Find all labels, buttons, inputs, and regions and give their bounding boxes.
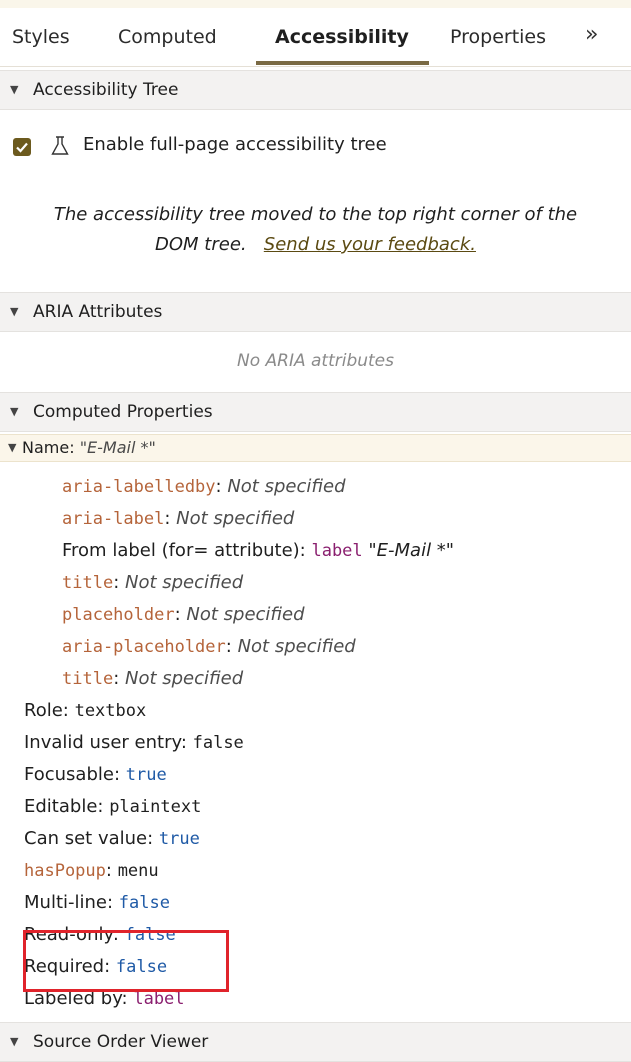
name-source-aria-placeholder: aria-placeholder: Not specified	[62, 636, 356, 657]
section-aria-attributes[interactable]: ▼ ARIA Attributes	[0, 292, 631, 332]
property-role: Role: textbox	[24, 700, 147, 721]
tab-styles[interactable]: Styles	[12, 8, 70, 66]
section-source-order-viewer[interactable]: ▼ Source Order Viewer	[0, 1022, 631, 1062]
tree-moved-note-line2: DOM tree. Send us your feedback.	[0, 230, 631, 260]
top-border	[0, 0, 631, 8]
more-tabs-chevron-icon[interactable]: »	[585, 8, 598, 62]
property-editable: Editable: plaintext	[24, 796, 202, 817]
section-title: Source Order Viewer	[33, 1032, 209, 1052]
name-source-aria-labelledby: aria-labelledby: Not specified	[62, 476, 346, 497]
section-accessibility-tree[interactable]: ▼ Accessibility Tree	[0, 70, 631, 110]
highlight-annotation-box	[23, 930, 229, 992]
enable-full-page-tree-checkbox[interactable]	[13, 138, 31, 156]
tree-moved-note: The accessibility tree moved to the top …	[0, 200, 631, 260]
name-source-aria-label: aria-label: Not specified	[62, 508, 295, 529]
section-title: ARIA Attributes	[33, 302, 163, 322]
name-source-placeholder: placeholder: Not specified	[62, 604, 305, 625]
triangle-down-icon: ▼	[10, 405, 19, 418]
property-can-set-value: Can set value: true	[24, 828, 200, 849]
property-has-popup: hasPopup: menu	[24, 860, 159, 881]
triangle-down-icon: ▼	[10, 1035, 19, 1048]
name-source-title: title: Not specified	[62, 668, 244, 689]
property-focusable: Focusable: true	[24, 764, 167, 785]
send-feedback-link[interactable]: Send us your feedback.	[264, 234, 476, 255]
name-source-from-label: From label (for= attribute): label "E-Ma…	[62, 540, 455, 561]
no-aria-attributes-text: No ARIA attributes	[236, 351, 395, 371]
active-tab-indicator	[256, 61, 429, 65]
name-source-title: title: Not specified	[62, 572, 244, 593]
tab-accessibility[interactable]: Accessibility	[275, 8, 409, 66]
name-property: Name: "E-Mail *"	[22, 438, 156, 457]
triangle-down-icon: ▼	[10, 83, 19, 96]
section-computed-properties[interactable]: ▼ Computed Properties	[0, 392, 631, 432]
triangle-down-icon: ▼	[10, 305, 19, 318]
experiment-flask-icon	[51, 136, 69, 155]
section-title: Accessibility Tree	[33, 80, 179, 100]
section-title: Computed Properties	[33, 402, 213, 422]
property-multi-line: Multi-line: false	[24, 892, 170, 913]
tree-moved-note-line1: The accessibility tree moved to the top …	[53, 204, 578, 225]
tab-properties[interactable]: Properties	[450, 8, 546, 66]
enable-full-page-tree-label: Enable full-page accessibility tree	[83, 134, 387, 155]
property-invalid-user-entry: Invalid user entry: false	[24, 732, 244, 753]
name-property-row[interactable]: ▼ Name: "E-Mail *"	[0, 434, 631, 462]
tab-computed[interactable]: Computed	[118, 8, 217, 66]
tree-moved-note-prefix: DOM tree.	[155, 234, 247, 255]
panel-tab-strip: Styles Computed Accessibility Properties…	[0, 8, 631, 67]
triangle-down-icon: ▼	[8, 441, 17, 454]
